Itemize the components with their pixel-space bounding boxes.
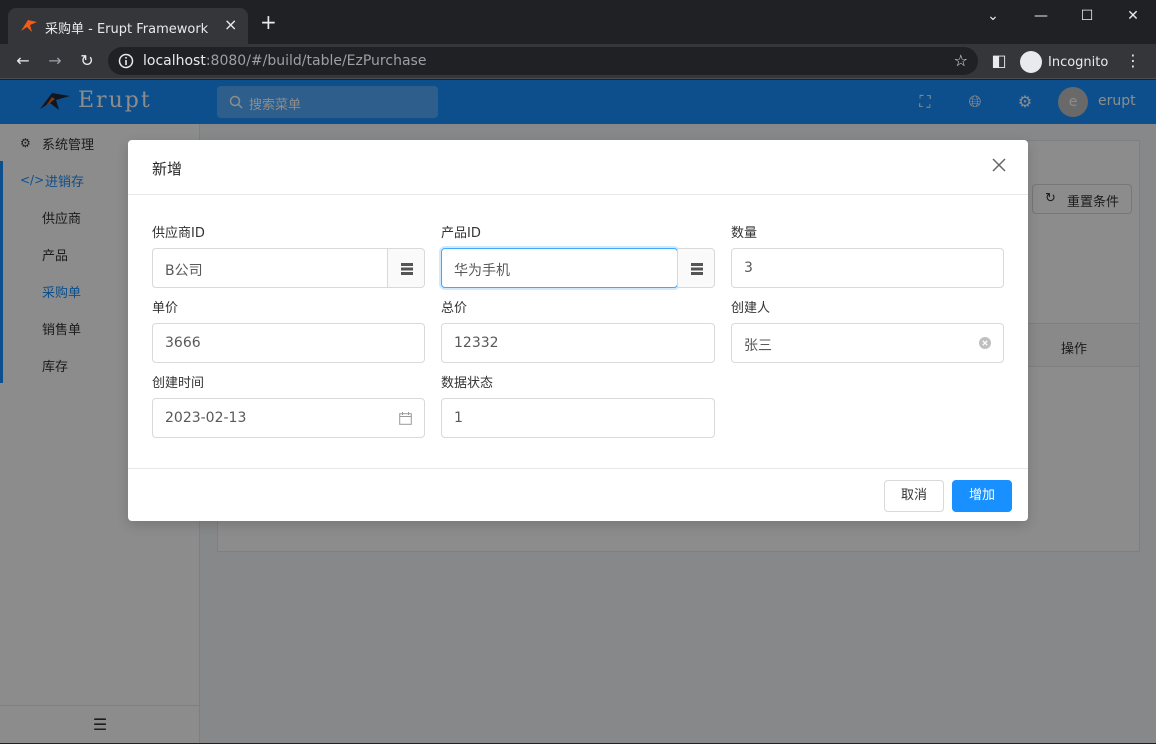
status-field[interactable]: 1 bbox=[441, 398, 715, 438]
quantity-value: 3 bbox=[744, 260, 753, 276]
database-icon bbox=[401, 263, 413, 275]
maximize-icon[interactable]: ☐ bbox=[1072, 8, 1102, 24]
bookmark-star-icon[interactable]: ☆ bbox=[954, 51, 968, 70]
product-field[interactable]: 华为手机 bbox=[441, 248, 678, 288]
close-tab-icon[interactable]: × bbox=[224, 16, 237, 34]
new-tab-icon[interactable]: + bbox=[260, 12, 277, 32]
add-dialog: 新增 供应商ID B公司 产品ID 华为手机 数量 3 单价 3666 总价 1… bbox=[128, 140, 1028, 521]
back-icon[interactable]: ← bbox=[12, 51, 34, 70]
creator-label: 创建人 bbox=[731, 301, 771, 316]
total-price-label: 总价 bbox=[441, 301, 468, 316]
minimize-icon[interactable]: — bbox=[1026, 8, 1056, 24]
create-time-value: 2023-02-13 bbox=[165, 410, 247, 426]
total-price-value: 12332 bbox=[454, 335, 499, 351]
supplier-lookup-button[interactable] bbox=[387, 248, 425, 288]
unit-price-field[interactable]: 3666 bbox=[152, 323, 425, 363]
create-time-label: 创建时间 bbox=[152, 376, 205, 391]
quantity-field[interactable]: 3 bbox=[731, 248, 1004, 288]
product-lookup-button[interactable] bbox=[677, 248, 715, 288]
window-close-icon[interactable]: ✕ bbox=[1118, 8, 1148, 24]
dialog-footer: 取消 增加 bbox=[128, 468, 1028, 521]
browser-tab-title: 采购单 - Erupt Framework bbox=[45, 22, 209, 37]
forward-icon[interactable]: → bbox=[44, 51, 66, 70]
cancel-button[interactable]: 取消 bbox=[884, 480, 944, 512]
calendar-icon bbox=[399, 412, 412, 425]
chevron-down-icon[interactable]: ⌄ bbox=[978, 8, 1008, 24]
incognito-icon bbox=[1020, 51, 1042, 73]
browser-tabbar: 采购单 - Erupt Framework × + ⌄ — ☐ ✕ bbox=[0, 0, 1156, 44]
create-time-field[interactable]: 2023-02-13 bbox=[152, 398, 425, 438]
close-icon[interactable] bbox=[990, 156, 1008, 174]
dialog-title: 新增 bbox=[152, 160, 183, 178]
status-label: 数据状态 bbox=[441, 376, 494, 391]
supplier-value: B公司 bbox=[165, 263, 203, 279]
quantity-label: 数量 bbox=[731, 226, 758, 241]
more-menu-icon[interactable]: ⋮ bbox=[1122, 51, 1144, 70]
browser-toolbar: ← → ↻ localhost:8080/#/build/table/EzPur… bbox=[0, 44, 1156, 79]
info-icon bbox=[118, 53, 134, 69]
clear-icon[interactable] bbox=[979, 337, 991, 349]
unit-price-label: 单价 bbox=[152, 301, 179, 316]
creator-field[interactable]: 张三 bbox=[731, 323, 1004, 363]
add-button[interactable]: 增加 bbox=[952, 480, 1012, 512]
erupt-favicon-icon bbox=[21, 20, 37, 32]
creator-value: 张三 bbox=[744, 338, 772, 354]
side-panel-icon[interactable]: ◧ bbox=[988, 51, 1010, 70]
dialog-header: 新增 bbox=[128, 140, 1028, 195]
address-bar[interactable]: localhost:8080/#/build/table/EzPurchase … bbox=[108, 47, 978, 75]
incognito-label: Incognito bbox=[1048, 54, 1109, 70]
database-icon bbox=[691, 263, 703, 275]
supplier-label: 供应商ID bbox=[152, 226, 205, 241]
unit-price-value: 3666 bbox=[165, 335, 201, 351]
product-label: 产品ID bbox=[441, 226, 481, 241]
incognito-indicator[interactable]: Incognito bbox=[1020, 51, 1108, 73]
supplier-field[interactable]: B公司 bbox=[152, 248, 388, 288]
browser-tab[interactable]: 采购单 - Erupt Framework × bbox=[8, 8, 248, 44]
product-value: 华为手机 bbox=[454, 263, 510, 279]
status-value: 1 bbox=[454, 410, 463, 426]
total-price-field[interactable]: 12332 bbox=[441, 323, 715, 363]
reload-icon[interactable]: ↻ bbox=[76, 51, 98, 70]
url-text: localhost:8080/#/build/table/EzPurchase bbox=[143, 53, 427, 69]
